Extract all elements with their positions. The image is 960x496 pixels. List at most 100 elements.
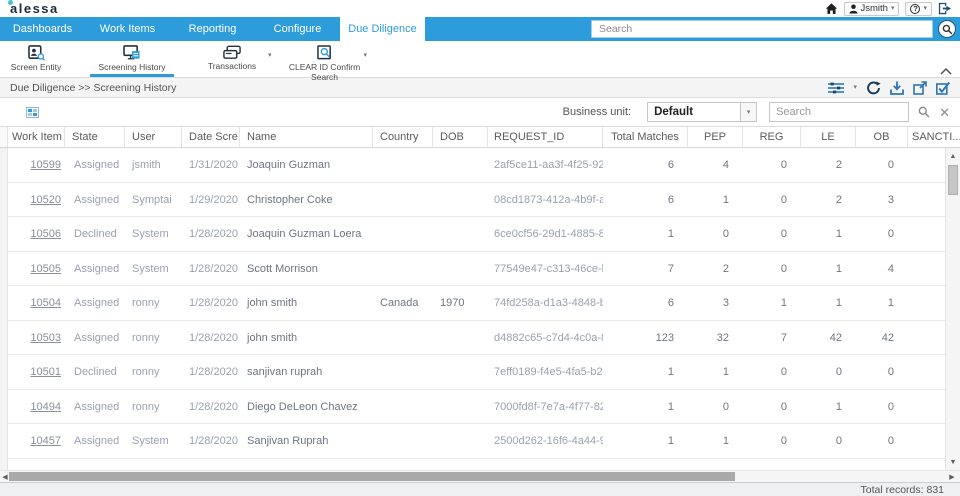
logout-icon[interactable] [938, 2, 952, 15]
table-row[interactable]: 10503Assignedronny1/28/2020 ...john smit… [0, 321, 960, 356]
work-item-link[interactable]: 10506 [8, 228, 65, 240]
toolbar-item-screening-history[interactable]: Screening History [90, 41, 174, 77]
user-icon [849, 4, 858, 14]
user-menu-button[interactable]: Jsmith ▾ [844, 2, 900, 16]
main-nav: Dashboards Work Items Reporting Configur… [0, 17, 960, 41]
cell-reg: 0 [743, 366, 801, 378]
horizontal-scrollbar-thumb[interactable] [9, 472, 735, 481]
vertical-scrollbar[interactable]: ▲ ▼ [945, 148, 960, 470]
cell-user: System [125, 228, 182, 240]
toolbar-item-transactions[interactable]: Transactions [196, 41, 268, 77]
column-header-request_id[interactable]: REQUEST_ID [488, 127, 603, 147]
cell-user: Symptai [125, 194, 182, 206]
cell-le: 2 [801, 159, 856, 171]
column-header-name[interactable]: Name [240, 127, 373, 147]
work-item-link[interactable]: 10504 [8, 297, 65, 309]
column-header-dob[interactable]: DOB [433, 127, 488, 147]
view-options-caret-icon[interactable]: ▾ [853, 84, 857, 91]
table-row[interactable]: 10455DeclinedSystem1/28/2020 ...Joaquin … [0, 459, 960, 471]
home-icon[interactable] [825, 3, 838, 15]
work-item-link[interactable]: 10505 [8, 263, 65, 275]
table-row[interactable]: 10506DeclinedSystem1/28/2020 ...Joaquin … [0, 217, 960, 252]
column-header-le[interactable]: LE [801, 127, 856, 147]
column-header-sanctions[interactable]: SANCTI... [908, 127, 960, 147]
cell-le: 1 [801, 263, 856, 275]
table-row[interactable]: 10599Assignedjsmith1/31/2020 ...Joaquin … [0, 148, 960, 183]
table-row[interactable]: 10501Declinedronny1/28/2020 ...sanjivan … [0, 355, 960, 390]
cell-ob: 0 [856, 159, 908, 171]
export-icon[interactable] [913, 81, 927, 95]
global-search-input[interactable] [591, 20, 933, 38]
view-options-icon[interactable] [828, 82, 844, 94]
header-gutter [0, 127, 8, 147]
chevron-down-icon: ▾ [891, 5, 895, 12]
cell-reg: 1 [743, 297, 801, 309]
filter-controls: Business unit: Default ▾ ✕ [563, 102, 950, 122]
clear-id-caret-icon[interactable]: ▾ [364, 51, 368, 59]
nav-item-reporting[interactable]: Reporting [170, 17, 255, 41]
scroll-up-arrow-icon[interactable]: ▲ [946, 149, 960, 163]
nav-item-due-diligence[interactable]: Due Diligence [340, 17, 425, 41]
nav-item-configure[interactable]: Configure [255, 17, 340, 41]
table-row[interactable]: 10505AssignedSystem1/28/2020 ...Scott Mo… [0, 252, 960, 287]
column-header-state[interactable]: State [65, 127, 125, 147]
cell-date_screened: 1/29/2020 ... [182, 194, 240, 206]
row-gutter [0, 390, 8, 425]
cell-state: Assigned [65, 263, 125, 275]
work-item-link[interactable]: 10520 [8, 194, 65, 206]
refresh-icon[interactable] [866, 81, 881, 95]
cell-le: 0 [801, 435, 856, 447]
cell-total_matches: 1 [603, 366, 688, 378]
work-item-link[interactable]: 10503 [8, 332, 65, 344]
column-header-date_screened[interactable]: Date Scre... [182, 127, 240, 147]
column-header-reg[interactable]: REG [743, 127, 801, 147]
column-header-country[interactable]: Country [373, 127, 433, 147]
column-header-ob[interactable]: OB [856, 127, 908, 147]
table-search-icon[interactable] [918, 106, 930, 118]
nav-item-dashboards[interactable]: Dashboards [0, 17, 85, 41]
cell-le: 1 [801, 297, 856, 309]
column-header-work_item_id[interactable]: Work Item ID [8, 127, 65, 147]
table-row[interactable]: 10457AssignedSystem1/28/2020 ...Sanjivan… [0, 424, 960, 459]
scroll-down-arrow-icon[interactable]: ▼ [946, 455, 960, 469]
cell-country: Canada [373, 297, 433, 309]
vertical-scrollbar-thumb[interactable] [948, 165, 958, 195]
cell-total_matches: 6 [603, 159, 688, 171]
table-search-input[interactable] [769, 102, 909, 122]
horizontal-scrollbar[interactable]: ◀ ▶ [0, 470, 960, 482]
work-item-link[interactable]: 10494 [8, 401, 65, 413]
transactions-caret-icon[interactable]: ▾ [268, 51, 272, 59]
business-unit-dropdown[interactable]: Default ▾ [647, 102, 757, 122]
help-menu-button[interactable]: ? ▾ [905, 2, 932, 16]
cell-ob: 4 [856, 263, 908, 275]
cell-state: Assigned [65, 159, 125, 171]
cell-user: ronny [125, 297, 182, 309]
work-item-link[interactable]: 10599 [8, 159, 65, 171]
user-name: Jsmith [861, 3, 888, 14]
table-row[interactable]: 10504Assignedronny1/28/2020 ...john smit… [0, 286, 960, 321]
table-row[interactable]: 10520AssignedSymptai1/29/2020 ...Christo… [0, 183, 960, 218]
toolbar-item-clear-id-confirm-search[interactable]: CLEAR ID Confirm Search [286, 41, 364, 77]
download-icon[interactable] [890, 81, 904, 95]
validate-checkbox-icon[interactable] [936, 81, 950, 95]
work-item-link[interactable]: 10457 [8, 435, 65, 447]
column-header-pep[interactable]: PEP [688, 127, 743, 147]
work-item-link[interactable]: 10501 [8, 366, 65, 378]
global-search-button[interactable] [938, 20, 956, 38]
top-bar: alessa Jsmith ▾ ? ▾ [0, 0, 960, 17]
column-header-user[interactable]: User [125, 127, 182, 147]
cell-date_screened: 1/31/2020 ... [182, 159, 240, 171]
row-gutter [0, 252, 8, 287]
table-row[interactable]: 10494Assignedronny1/28/2020 ...Diego DeL… [0, 390, 960, 425]
column-header-total_matches[interactable]: Total Matches [603, 127, 688, 147]
collapse-toolbar-chevron-up-icon[interactable] [940, 68, 952, 75]
help-icon: ? [910, 4, 920, 14]
columns-icon[interactable] [26, 107, 39, 118]
scroll-right-arrow-icon[interactable]: ▶ [947, 471, 957, 482]
cell-user: jsmith [125, 159, 182, 171]
toolbar-item-screen-entity[interactable]: Screen Entity [4, 41, 68, 77]
nav-item-work-items[interactable]: Work Items [85, 17, 170, 41]
cell-reg: 0 [743, 401, 801, 413]
cell-date_screened: 1/28/2020 ... [182, 435, 240, 447]
clear-search-icon[interactable]: ✕ [939, 106, 950, 119]
